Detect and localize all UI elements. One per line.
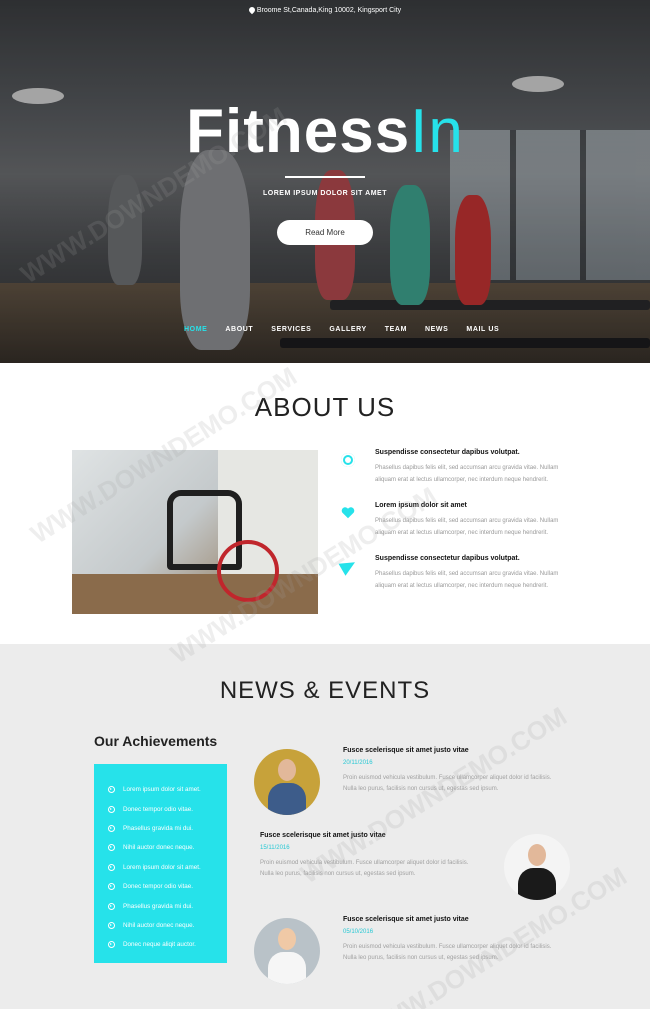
bike-wheel: [217, 540, 279, 602]
event-date: 20/11/2016: [343, 760, 373, 766]
list-item[interactable]: Lorem ipsum dolor sit amet.: [94, 780, 227, 799]
circle-arrow-icon: [108, 844, 115, 852]
circle-arrow-icon: [108, 805, 115, 813]
achievements-list: Lorem ipsum dolor sit amet. Donec tempor…: [94, 764, 227, 963]
logo-primary: Fitness: [186, 97, 411, 166]
event-title[interactable]: Fusce scelerisque sit amet justo vitae: [343, 916, 573, 923]
avatar-head: [528, 844, 546, 866]
event-text: Proin euismod vehicula vestibulum. Fusce…: [343, 944, 552, 961]
circle-arrow-icon: [108, 786, 115, 794]
avatar-body: [268, 783, 306, 815]
hero-overlay: [0, 0, 650, 363]
address-bar: Broome St,Canada,King 10002, Kingsport C…: [0, 5, 650, 15]
avatar-head: [278, 928, 296, 950]
gear-icon: [341, 453, 355, 467]
list-item[interactable]: Donec tempor odio vitae.: [94, 799, 227, 818]
nav-mail-us[interactable]: MAIL US: [466, 326, 499, 333]
event-text: Proin euismod vehicula vestibulum. Fusce…: [343, 775, 552, 792]
event-item: Fusce scelerisque sit amet justo vitae 1…: [260, 832, 490, 880]
photo-floor: [72, 574, 318, 614]
list-item[interactable]: Phasellus gravida mi dui.: [94, 819, 227, 838]
paper-plane-icon: [338, 556, 359, 576]
site-logo[interactable]: FitnessIn: [0, 96, 650, 167]
avatar: [254, 749, 320, 815]
heart-icon: [341, 507, 355, 519]
circle-arrow-icon: [108, 921, 115, 929]
list-item[interactable]: Donec tempor odio vitae.: [94, 877, 227, 896]
read-more-button[interactable]: Read More: [277, 220, 373, 245]
logo-accent: In: [410, 97, 464, 166]
about-photo: [72, 450, 318, 614]
nav-services[interactable]: SERVICES: [271, 326, 311, 333]
hero-tagline: LOREM IPSUM DOLOR SIT AMET: [263, 190, 387, 197]
avatar-body: [518, 868, 556, 900]
feature-title: Lorem ipsum dolor sit amet: [375, 502, 467, 509]
list-item[interactable]: Nihil auctor donec neque.: [94, 916, 227, 935]
address-text: Broome St,Canada,King 10002, Kingsport C…: [256, 7, 402, 14]
event-item: Fusce scelerisque sit amet justo vitae 2…: [343, 747, 573, 795]
list-item[interactable]: Donec neque aliqit auctor.: [94, 935, 227, 954]
feature-item: Suspendisse consectetur dapibus volutpat…: [341, 449, 581, 486]
event-title[interactable]: Fusce scelerisque sit amet justo vitae: [343, 747, 573, 754]
feature-text: Phasellus dapibus felis elit, sed accums…: [375, 518, 559, 536]
feature-text: Phasellus dapibus felis elit, sed accums…: [375, 571, 559, 589]
map-pin-icon: [247, 5, 257, 15]
achievements-title: Our Achievements: [94, 733, 218, 749]
nav-team[interactable]: TEAM: [385, 326, 407, 333]
event-item: Fusce scelerisque sit amet justo vitae 0…: [343, 916, 573, 964]
list-item[interactable]: Phasellus gravida mi dui.: [94, 896, 227, 915]
main-nav: HOME ABOUT SERVICES GALLERY TEAM NEWS MA…: [184, 326, 517, 333]
hero-banner: Broome St,Canada,King 10002, Kingsport C…: [0, 0, 650, 363]
feature-title: Suspendisse consectetur dapibus volutpat…: [375, 449, 520, 456]
circle-arrow-icon: [108, 883, 115, 891]
nav-about[interactable]: ABOUT: [225, 326, 253, 333]
feature-title: Suspendisse consectetur dapibus volutpat…: [375, 555, 520, 562]
circle-arrow-icon: [108, 941, 115, 949]
circle-arrow-icon: [108, 863, 115, 871]
avatar: [504, 834, 570, 900]
news-title: NEWS & EVENTS: [219, 677, 431, 704]
feature-text: Phasellus dapibus felis elit, sed accums…: [375, 465, 559, 483]
circle-arrow-icon: [108, 902, 115, 910]
nav-home[interactable]: HOME: [184, 326, 207, 333]
event-text: Proin euismod vehicula vestibulum. Fusce…: [260, 860, 469, 877]
avatar-body: [268, 952, 306, 984]
about-title: ABOUT US: [254, 392, 396, 422]
list-item[interactable]: Nihil auctor donec neque.: [94, 838, 227, 857]
avatar-head: [278, 759, 296, 781]
event-title[interactable]: Fusce scelerisque sit amet justo vitae: [260, 832, 490, 839]
nav-gallery[interactable]: GALLERY: [329, 326, 366, 333]
event-date: 05/10/2016: [343, 929, 374, 935]
event-date: 15/11/2016: [260, 845, 290, 851]
feature-item: Lorem ipsum dolor sit amet Phasellus dap…: [341, 502, 581, 539]
avatar: [254, 918, 320, 984]
circle-arrow-icon: [108, 824, 115, 832]
logo-underline: [285, 176, 365, 178]
list-item[interactable]: Lorem ipsum dolor sit amet.: [94, 858, 227, 877]
nav-news[interactable]: NEWS: [425, 326, 448, 333]
feature-item: Suspendisse consectetur dapibus volutpat…: [338, 555, 581, 592]
